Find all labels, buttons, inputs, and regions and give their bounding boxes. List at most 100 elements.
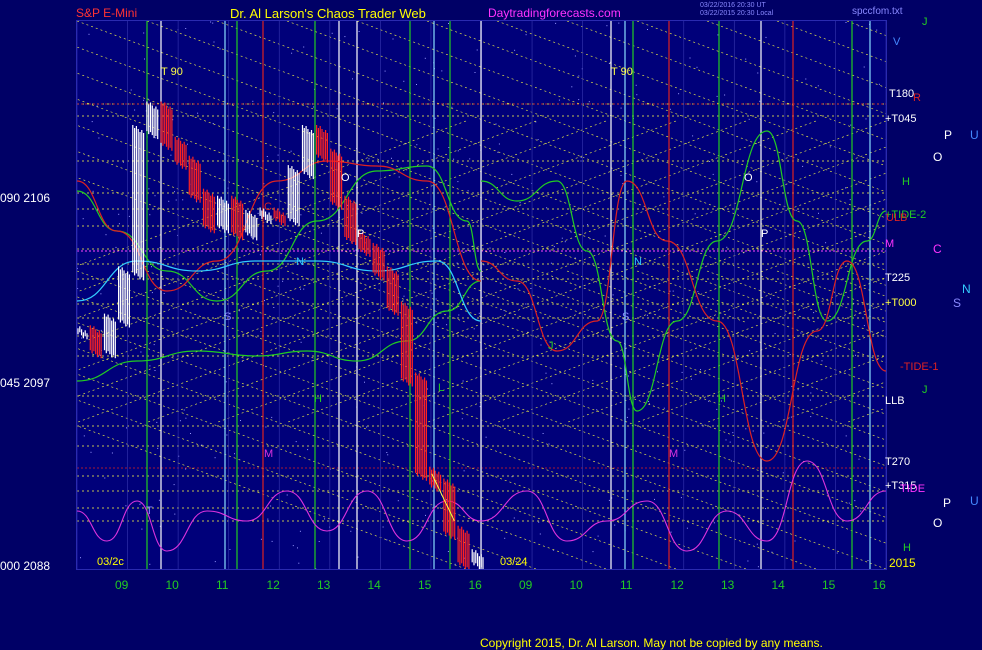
price-bar — [236, 199, 238, 237]
x-tick-label: 13 — [317, 578, 331, 592]
noise-dot — [791, 385, 793, 387]
noise-dot — [802, 165, 804, 167]
noise-dot — [260, 538, 262, 540]
noise-dot — [80, 557, 81, 559]
noise-dot — [608, 499, 610, 501]
noise-dot — [115, 246, 117, 248]
price-bar — [153, 108, 155, 139]
noise-dot — [350, 530, 352, 532]
grid-line-diagonal — [706, 21, 886, 89]
price-bar — [379, 249, 381, 280]
price-bar — [128, 274, 130, 328]
noise-dot — [174, 513, 176, 515]
price-bar — [208, 192, 210, 230]
price-bar — [135, 126, 137, 274]
noise-dot — [229, 549, 231, 550]
price-bar — [284, 215, 286, 227]
noise-dot — [456, 262, 458, 264]
price-bar — [206, 189, 208, 227]
noise-dot — [540, 344, 542, 346]
right-level-label: J — [922, 16, 928, 28]
noise-dot — [277, 154, 279, 156]
price-bar — [146, 101, 148, 132]
price-bar — [231, 195, 233, 233]
noise-dot — [592, 379, 594, 381]
noise-dot — [212, 22, 214, 24]
grid-line-diagonal — [146, 146, 886, 423]
price-bar — [369, 239, 371, 257]
price-bar — [114, 321, 116, 359]
noise-dot — [234, 453, 235, 455]
noise-dot — [270, 505, 272, 507]
price-bar — [408, 308, 410, 386]
noise-dot — [663, 407, 665, 409]
noise-dot — [578, 75, 580, 77]
noise-dot — [143, 32, 145, 34]
price-bar — [473, 552, 475, 566]
noise-dot — [511, 173, 513, 175]
noise-dot — [448, 147, 450, 148]
noise-dot — [525, 34, 527, 36]
x-tick-label: 09 — [115, 578, 129, 592]
noise-dot — [303, 288, 305, 290]
noise-dot — [478, 312, 480, 314]
price-bar — [280, 214, 282, 226]
noise-dot — [386, 539, 388, 541]
noise-dot — [756, 543, 758, 545]
price-bar — [100, 333, 102, 359]
noise-dot — [614, 524, 616, 526]
price-bar — [132, 125, 134, 273]
noise-dot — [170, 154, 172, 156]
noise-dot — [538, 521, 540, 523]
noise-dot — [83, 435, 85, 437]
price-bar — [143, 133, 145, 281]
price-bar — [210, 195, 212, 233]
noise-dot — [292, 545, 294, 547]
noise-dot — [156, 421, 158, 423]
noise-dot — [324, 518, 326, 520]
noise-dot — [774, 333, 776, 335]
noise-dot — [657, 371, 658, 373]
price-bar — [89, 325, 91, 351]
x-tick-label: 15 — [822, 578, 836, 592]
noise-dot — [271, 540, 273, 542]
plot-letter: M — [669, 448, 679, 460]
noise-dot — [813, 312, 815, 314]
noise-dot — [620, 107, 622, 109]
price-bar — [148, 104, 150, 135]
price-bar — [222, 199, 224, 230]
noise-dot — [416, 144, 418, 146]
noise-dot — [158, 499, 160, 501]
noise-dot — [467, 190, 469, 192]
noise-dot — [81, 337, 83, 339]
noise-dot — [483, 264, 485, 266]
noise-dot — [251, 236, 253, 238]
noise-dot — [265, 426, 267, 428]
noise-dot — [260, 330, 262, 332]
noise-dot — [504, 537, 506, 539]
price-bar — [254, 214, 256, 238]
price-bar — [303, 128, 305, 175]
price-bar — [422, 379, 424, 480]
plot-letter: O — [744, 172, 753, 184]
noise-dot — [867, 560, 869, 561]
price-bar — [162, 104, 164, 146]
plot-letter: H — [314, 393, 322, 405]
price-bar — [317, 128, 319, 158]
price-bar — [174, 136, 176, 162]
noise-dot — [863, 325, 865, 327]
chart-svg: T 90 T 90 — [77, 21, 886, 569]
noise-dot — [604, 235, 606, 237]
noise-dot — [817, 85, 819, 87]
far-right-letter: S — [953, 296, 962, 310]
noise-dot — [273, 307, 275, 308]
price-bar — [238, 202, 240, 240]
x-tick-label: 14 — [367, 578, 381, 592]
grid-line-diagonal — [706, 355, 886, 423]
noise-dot — [174, 191, 175, 193]
price-bar — [141, 130, 143, 278]
noise-dot — [357, 556, 359, 558]
noise-dot — [154, 370, 156, 371]
noise-dot — [730, 460, 732, 462]
far-right-letter: P — [944, 128, 953, 142]
